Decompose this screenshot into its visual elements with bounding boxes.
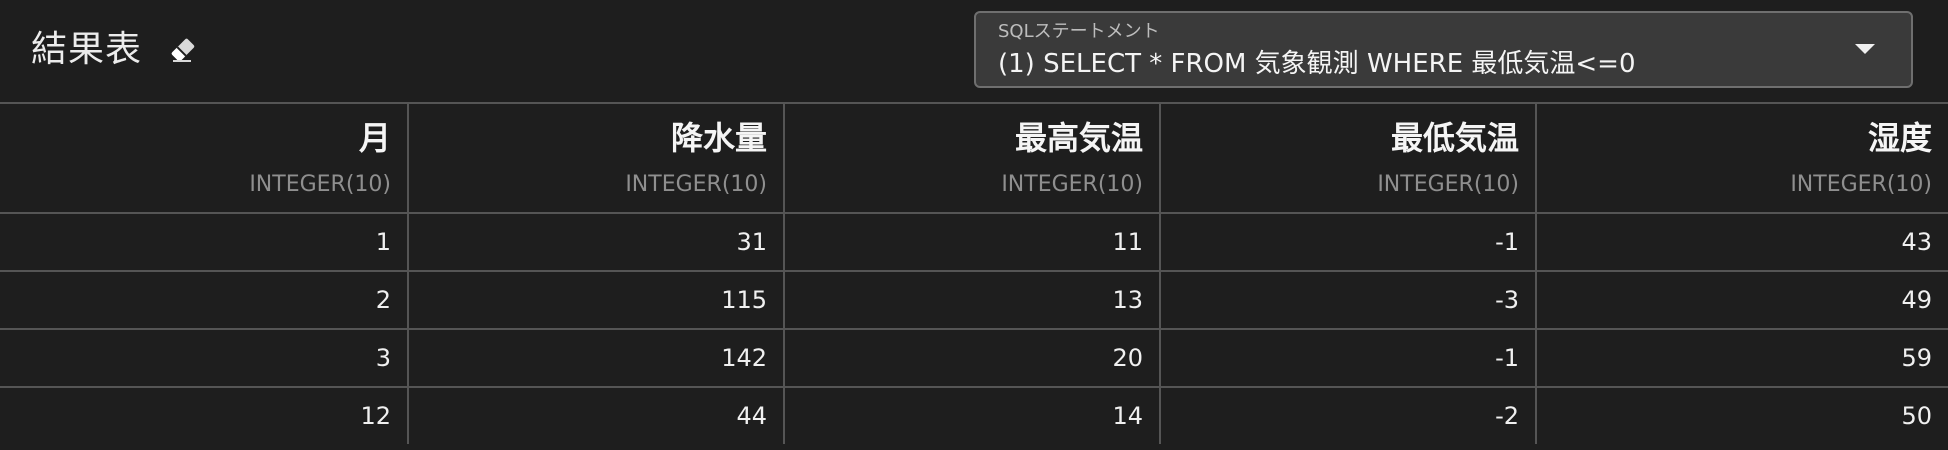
table-cell: -1 xyxy=(1160,213,1537,272)
table-cell: 20 xyxy=(784,329,1161,388)
table-cell: 1 xyxy=(0,213,409,272)
table-cell: 3 xyxy=(0,329,409,388)
table-row[interactable]: 12 44 14 -2 50 xyxy=(0,387,1948,444)
table-cell: 59 xyxy=(1536,329,1948,388)
table-cell: 50 xyxy=(1901,402,1932,430)
table-cell: 14 xyxy=(784,387,1161,444)
column-name: 最高気温 xyxy=(1014,119,1143,157)
table-cell: 44 xyxy=(408,387,785,444)
column-header-precipitation[interactable]: 降水量 INTEGER(10) xyxy=(408,102,785,214)
column-header-month[interactable]: 月 INTEGER(10) xyxy=(0,102,409,214)
table-cell: -1 xyxy=(1160,329,1537,388)
column-name: 月 xyxy=(358,119,391,157)
column-header-max-temp[interactable]: 最高気温 INTEGER(10) xyxy=(784,102,1161,214)
table-cell: 12 xyxy=(0,387,409,444)
table-cell: 115 xyxy=(408,271,785,330)
eraser-icon[interactable] xyxy=(166,33,200,67)
table-cell: -2 xyxy=(1160,387,1537,444)
sql-select-value: (1) SELECT * FROM 気象観測 WHERE 最低気温<=0 xyxy=(998,49,1636,79)
column-name: 最低気温 xyxy=(1390,119,1519,157)
column-type: INTEGER(10) xyxy=(1790,172,1932,197)
page-title: 結果表 xyxy=(31,29,143,70)
column-name: 湿度 xyxy=(1867,119,1932,157)
table-cell: 142 xyxy=(408,329,785,388)
results-table-container: 月 INTEGER(10) 降水量 INTEGER(10) 最高気温 INTEG… xyxy=(0,102,1948,450)
column-header-min-temp[interactable]: 最低気温 INTEGER(10) xyxy=(1160,102,1537,214)
sql-statement-select[interactable]: SQLステートメント (1) SELECT * FROM 気象観測 WHERE … xyxy=(974,11,1913,88)
table-cell: 13 xyxy=(784,271,1161,330)
column-header-humidity[interactable]: 湿度 INTEGER(10) xyxy=(1536,102,1948,214)
table-cell: 49 xyxy=(1536,271,1948,330)
table-cell: 31 xyxy=(408,213,785,272)
column-type: INTEGER(10) xyxy=(1377,172,1519,197)
eraser-icon-graphic xyxy=(171,38,195,62)
column-name: 降水量 xyxy=(670,119,767,157)
column-type: INTEGER(10) xyxy=(1001,172,1143,197)
table-row[interactable]: 3 142 20 -1 59 xyxy=(0,329,1948,388)
table-cell: 43 xyxy=(1536,213,1948,272)
table-cell: 2 xyxy=(0,271,409,330)
results-header: 結果表 SQLステートメント (1) SELECT * FROM 気象観測 WH… xyxy=(0,0,1948,102)
column-type: INTEGER(10) xyxy=(625,172,767,197)
table-row[interactable]: 1 31 11 -1 43 xyxy=(0,213,1948,272)
table-cell: -3 xyxy=(1160,271,1537,330)
table-cell: 11 xyxy=(784,213,1161,272)
table-header-row: 月 INTEGER(10) 降水量 INTEGER(10) 最高気温 INTEG… xyxy=(0,102,1948,214)
column-type: INTEGER(10) xyxy=(249,172,391,197)
table-row[interactable]: 2 115 13 -3 49 xyxy=(0,271,1948,330)
chevron-down-icon[interactable] xyxy=(1855,44,1875,54)
results-table: 月 INTEGER(10) 降水量 INTEGER(10) 最高気温 INTEG… xyxy=(0,102,1948,444)
sql-select-label: SQLステートメント xyxy=(998,21,1160,42)
